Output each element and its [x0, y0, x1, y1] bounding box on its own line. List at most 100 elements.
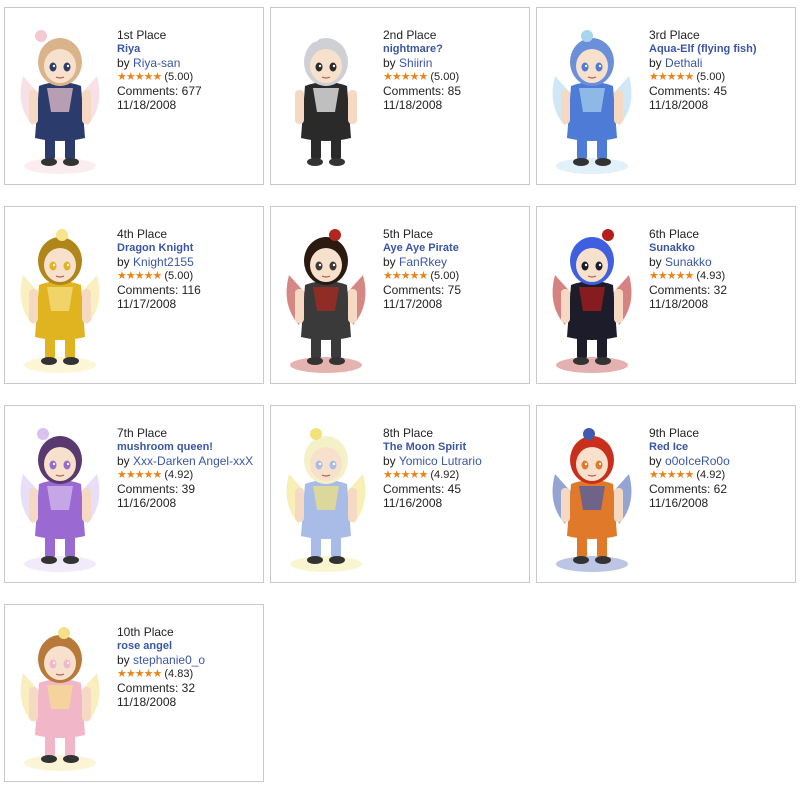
author-link[interactable]: stephanie0_o	[133, 653, 205, 667]
rating-score: (5.00)	[164, 71, 194, 83]
author-link[interactable]: Riya-san	[133, 56, 180, 70]
rating-score: (4.92)	[696, 469, 726, 481]
byline: by Xxx-Darken Angel-xxX	[117, 454, 263, 468]
entry-date: 11/18/2008	[649, 98, 709, 112]
author-link[interactable]: Xxx-Darken Angel-xxX	[133, 454, 253, 468]
entry-title-link[interactable]: The Moon Spirit	[383, 440, 529, 454]
star-rating-icon: ★★★★★	[383, 270, 428, 282]
star-rating-icon: ★★★★★	[117, 71, 162, 83]
rating-score: (4.93)	[696, 270, 726, 282]
entry-date: 11/16/2008	[649, 496, 709, 510]
rating: ★★★★★ (5.00)	[383, 70, 529, 84]
avatar-image[interactable]	[277, 16, 375, 176]
byline: by FanRkey	[383, 255, 529, 269]
rating-score: (5.00)	[164, 270, 194, 282]
comments-count: Comments: 75	[383, 283, 462, 297]
avatar-image[interactable]	[11, 414, 109, 574]
card-info: 9th Place Red Ice by o0oIceRo0o ★★★★★ (4.92…	[649, 426, 795, 510]
card-info: 6th Place Sunakko by Sunakko ★★★★★ (4.93) Co…	[649, 227, 795, 311]
by-prefix: by	[117, 653, 130, 667]
avatar-image[interactable]	[543, 215, 641, 375]
author-link[interactable]: o0oIceRo0o	[665, 454, 730, 468]
entry-title-link[interactable]: Aye Aye Pirate	[383, 241, 529, 255]
rating-score: (4.92)	[430, 469, 460, 481]
place-label: 5th Place	[383, 227, 434, 241]
star-rating-icon: ★★★★★	[649, 270, 694, 282]
avatar-image[interactable]	[11, 215, 109, 375]
avatar-image[interactable]	[277, 215, 375, 375]
rating: ★★★★★ (5.00)	[649, 70, 795, 84]
entry-title-link[interactable]: Red Ice	[649, 440, 795, 454]
rating: ★★★★★ (4.92)	[117, 468, 263, 482]
entry-date: 11/17/2008	[117, 297, 177, 311]
comments-count: Comments: 39	[117, 482, 196, 496]
entry-title-link[interactable]: Sunakko	[649, 241, 795, 255]
author-link[interactable]: Knight2155	[133, 255, 194, 269]
entry-title-link[interactable]: nightmare?	[383, 42, 529, 56]
rating: ★★★★★ (5.00)	[117, 269, 263, 283]
by-prefix: by	[383, 56, 396, 70]
place-label: 2nd Place	[383, 28, 437, 42]
ranking-card: 7th Place mushroom queen! by Xxx-Darken An…	[4, 405, 264, 583]
by-prefix: by	[649, 454, 662, 468]
card-info: 7th Place mushroom queen! by Xxx-Darken An…	[117, 426, 263, 510]
ranking-card: 2nd Place nightmare? by Shiirin ★★★★★ (5.00…	[270, 7, 530, 185]
card-info: 4th Place Dragon Knight by Knight2155 ★★★★★…	[117, 227, 263, 311]
comments-count: Comments: 45	[383, 482, 462, 496]
entry-date: 11/17/2008	[383, 297, 443, 311]
entry-title-link[interactable]: Aqua-Elf (flying fish)	[649, 42, 795, 56]
card-info: 5th Place Aye Aye Pirate by FanRkey ★★★★★ (…	[383, 227, 529, 311]
rating: ★★★★★ (5.00)	[117, 70, 263, 84]
entry-date: 11/16/2008	[383, 496, 443, 510]
place-label: 4th Place	[117, 227, 168, 241]
author-link[interactable]: Dethali	[665, 56, 702, 70]
entry-title-link[interactable]: Riya	[117, 42, 263, 56]
avatar-image[interactable]	[11, 16, 109, 176]
byline: by Dethali	[649, 56, 795, 70]
entry-title-link[interactable]: mushroom queen!	[117, 440, 263, 454]
rating-score: (5.00)	[430, 270, 460, 282]
rating-score: (4.92)	[164, 469, 194, 481]
place-label: 6th Place	[649, 227, 700, 241]
byline: by Sunakko	[649, 255, 795, 269]
avatar-image[interactable]	[277, 414, 375, 574]
author-link[interactable]: Sunakko	[665, 255, 712, 269]
rating-score: (5.00)	[430, 71, 460, 83]
entry-date: 11/18/2008	[117, 695, 177, 709]
entry-title-link[interactable]: rose angel	[117, 639, 263, 653]
rating-score: (5.00)	[696, 71, 726, 83]
entry-date: 11/18/2008	[383, 98, 443, 112]
byline: by Riya-san	[117, 56, 263, 70]
card-info: 3rd Place Aqua-Elf (flying fish) by Dethal…	[649, 28, 795, 112]
avatar-image[interactable]	[543, 414, 641, 574]
rating: ★★★★★ (4.92)	[649, 468, 795, 482]
rating: ★★★★★ (4.83)	[117, 667, 263, 681]
card-info: 1st Place Riya by Riya-san ★★★★★ (5.00) Comm…	[117, 28, 263, 112]
comments-count: Comments: 85	[383, 84, 462, 98]
place-label: 10th Place	[117, 625, 174, 639]
by-prefix: by	[117, 56, 130, 70]
ranking-card: 1st Place Riya by Riya-san ★★★★★ (5.00) Comm…	[4, 7, 264, 185]
place-label: 9th Place	[649, 426, 700, 440]
rating: ★★★★★ (4.93)	[649, 269, 795, 283]
star-rating-icon: ★★★★★	[117, 668, 162, 680]
entry-title-link[interactable]: Dragon Knight	[117, 241, 263, 255]
author-link[interactable]: Shiirin	[399, 56, 432, 70]
comments-count: Comments: 32	[649, 283, 728, 297]
comments-count: Comments: 62	[649, 482, 728, 496]
ranking-card: 6th Place Sunakko by Sunakko ★★★★★ (4.93) Co…	[536, 206, 796, 384]
by-prefix: by	[649, 56, 662, 70]
avatar-image[interactable]	[543, 16, 641, 176]
ranking-card: 4th Place Dragon Knight by Knight2155 ★★★★★…	[4, 206, 264, 384]
entry-date: 11/18/2008	[117, 98, 177, 112]
author-link[interactable]: FanRkey	[399, 255, 447, 269]
author-link[interactable]: Yomico Lutrario	[399, 454, 482, 468]
star-rating-icon: ★★★★★	[383, 71, 428, 83]
place-label: 8th Place	[383, 426, 434, 440]
rating: ★★★★★ (5.00)	[383, 269, 529, 283]
comments-count: Comments: 32	[117, 681, 196, 695]
byline: by Knight2155	[117, 255, 263, 269]
star-rating-icon: ★★★★★	[649, 469, 694, 481]
ranking-card: 3rd Place Aqua-Elf (flying fish) by Dethal…	[536, 7, 796, 185]
avatar-image[interactable]	[11, 613, 109, 773]
